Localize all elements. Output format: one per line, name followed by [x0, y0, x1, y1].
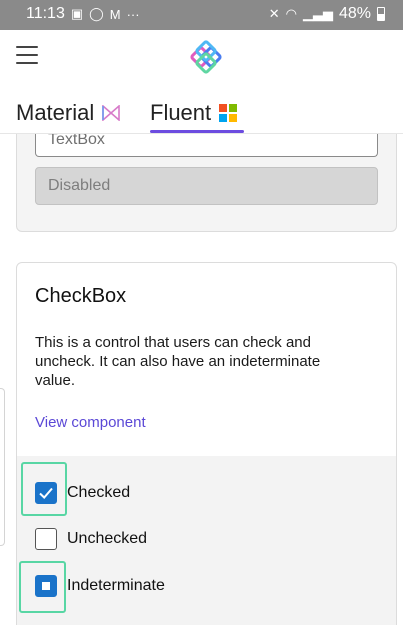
checkbox-checked[interactable]: Checked	[35, 479, 130, 507]
wifi-icon: ◠	[285, 6, 297, 21]
whatsapp-icon: ◯	[89, 6, 104, 21]
app-bar	[0, 30, 403, 85]
battery-icon	[377, 7, 385, 21]
textbox-input[interactable]: TextBox	[35, 134, 378, 157]
checkbox-demo-area: Checked Unchecked Indeterminate	[17, 456, 396, 625]
adjacent-card-edge	[0, 388, 5, 546]
tab-material-label: Material	[16, 100, 95, 125]
material-logo-icon	[102, 105, 121, 121]
more-dots-icon: ···	[126, 6, 140, 22]
checkbox-label: Indeterminate	[67, 577, 165, 594]
windows-logo-icon	[219, 104, 238, 122]
textbox-card: TextBox Disabled	[16, 134, 397, 232]
battery-percent: 48%	[338, 5, 371, 22]
message-icon: ▣	[70, 6, 84, 21]
tab-fluent[interactable]: Fluent	[150, 94, 238, 132]
mute-icon: ✕	[268, 6, 280, 21]
card-title: CheckBox	[35, 285, 127, 307]
empty-checkbox-icon	[35, 528, 57, 550]
tab-material[interactable]: Material	[16, 94, 121, 132]
checkbox-indeterminate[interactable]: Indeterminate	[35, 572, 165, 600]
disabled-textbox: Disabled	[35, 167, 378, 205]
checkbox-unchecked[interactable]: Unchecked	[35, 525, 147, 553]
checkbox-label: Unchecked	[67, 530, 148, 547]
checkbox-card: CheckBox This is a control that users ca…	[16, 262, 397, 625]
checkmark-icon	[35, 482, 57, 504]
signal-icon: ▁▃▅	[302, 6, 333, 21]
app-logo-icon	[190, 40, 222, 74]
indeterminate-icon	[35, 575, 57, 597]
status-bar: 11:13 ▣ ◯ M ··· ✕ ◠ ▁▃▅ 48%	[0, 0, 403, 30]
hamburger-menu-icon[interactable]	[16, 46, 38, 64]
view-component-link[interactable]: View component	[35, 414, 146, 431]
status-time: 11:13	[26, 5, 65, 22]
tab-fluent-label: Fluent	[150, 100, 212, 125]
gmail-icon: M	[109, 6, 121, 22]
card-description: This is a control that users can check a…	[35, 334, 321, 389]
tab-bar: Material Fluent	[0, 88, 403, 134]
selected-tab-indicator	[150, 130, 244, 133]
checkbox-label: Checked	[67, 484, 131, 501]
content-scroll-area[interactable]: TextBox Disabled CheckBox This is a cont…	[0, 134, 403, 625]
